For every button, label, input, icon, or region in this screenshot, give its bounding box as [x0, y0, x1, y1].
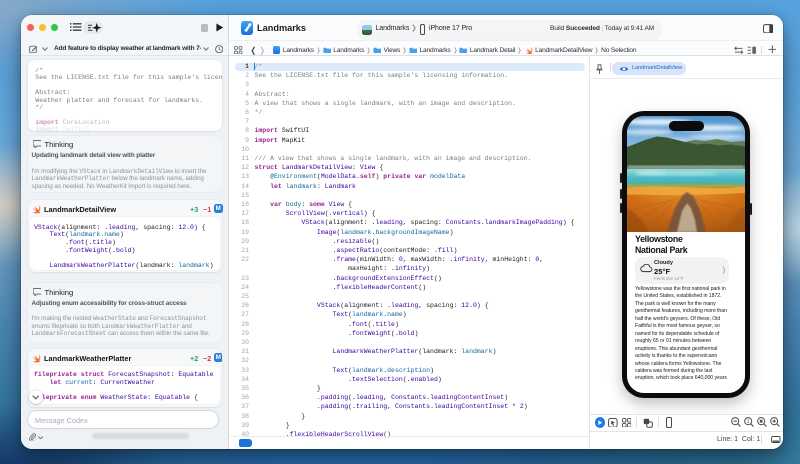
svg-text:1: 1: [747, 419, 750, 425]
